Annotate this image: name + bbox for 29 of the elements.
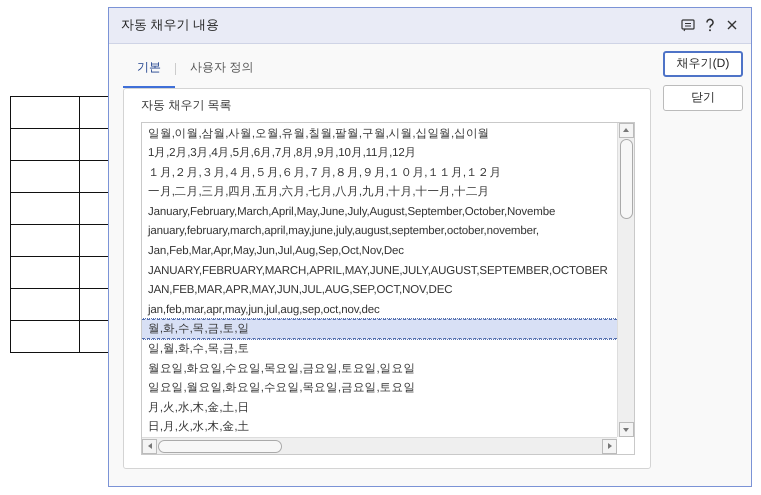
list-item[interactable]: JANUARY,FEBRUARY,MARCH,APRIL,MAY,JUNE,JULY,AUGUST,SEPTEMBER,OCTOBER bbox=[142, 260, 617, 280]
list-item[interactable]: 일요일,월요일,화요일,수요일,목요일,금요일,토요일 bbox=[142, 378, 617, 398]
list-item[interactable]: 월요일,화요일,수요일,목요일,금요일,토요일,일요일 bbox=[142, 358, 617, 378]
list-item[interactable]: 일,월,화,수,목,금,토 bbox=[142, 339, 617, 359]
list-item[interactable]: 일월,이월,삼월,사월,오월,유월,칠월,팔월,구월,시월,십일월,십이월 bbox=[142, 124, 617, 144]
list-item[interactable]: Jan,Feb,Mar,Apr,May,Jun,Jul,Aug,Sep,Oct,Nov,Dec bbox=[142, 241, 617, 261]
list-item[interactable]: 월,화,수,목,금,토,일 bbox=[142, 319, 617, 340]
list-item[interactable]: january,february,march,april,may,june,july,august,september,october,november, bbox=[142, 221, 617, 242]
scroll-left-icon bbox=[146, 442, 154, 450]
vertical-scrollbar[interactable] bbox=[617, 122, 634, 437]
list-item[interactable]: 1月,2月,3月,4月,5月,6月,7月,8月,9月,10月,11月,12月 bbox=[142, 143, 617, 163]
dialog-button[interactable]: 닫기 bbox=[663, 84, 743, 110]
group-label: 자동 채우기 목록 bbox=[141, 96, 233, 114]
list-item[interactable]: 月,火,水,木,金,土,日 bbox=[142, 398, 617, 418]
list-item[interactable]: JAN,FEB,MAR,APR,MAY,JUN,JUL,AUG,SEP,OCT,NOV,DEC bbox=[142, 280, 617, 300]
scroll-right-icon bbox=[606, 442, 614, 450]
scroll-down-icon bbox=[622, 426, 630, 434]
window-title: 자동 채우기 내용 bbox=[121, 16, 220, 34]
scroll-up-icon bbox=[622, 126, 630, 134]
list-item[interactable]: 一月,二月,三月,四月,五月,六月,七月,八月,九月,十月,十一月,十二月 bbox=[142, 182, 617, 202]
scroll-thumb[interactable] bbox=[158, 440, 282, 452]
list-item[interactable]: 日,月,火,水,木,金,土 bbox=[142, 417, 617, 437]
tab[interactable]: 사용자 정의 bbox=[176, 50, 268, 88]
list-item[interactable]: January,February,March,April,May,June,July,August,September,October,Novembe bbox=[142, 202, 617, 222]
list-item[interactable]: １月,２月,３月,４月,５月,６月,７月,８月,９月,１０月,１１月,１２月 bbox=[142, 162, 617, 182]
horizontal-scrollbar[interactable] bbox=[142, 437, 617, 454]
dialog-button[interactable]: 채우기(D) bbox=[663, 50, 743, 76]
scroll-thumb[interactable] bbox=[620, 138, 632, 218]
list-item[interactable]: jan,feb,mar,apr,may,jun,jul,aug,sep,oct,nov,dec bbox=[142, 300, 617, 320]
